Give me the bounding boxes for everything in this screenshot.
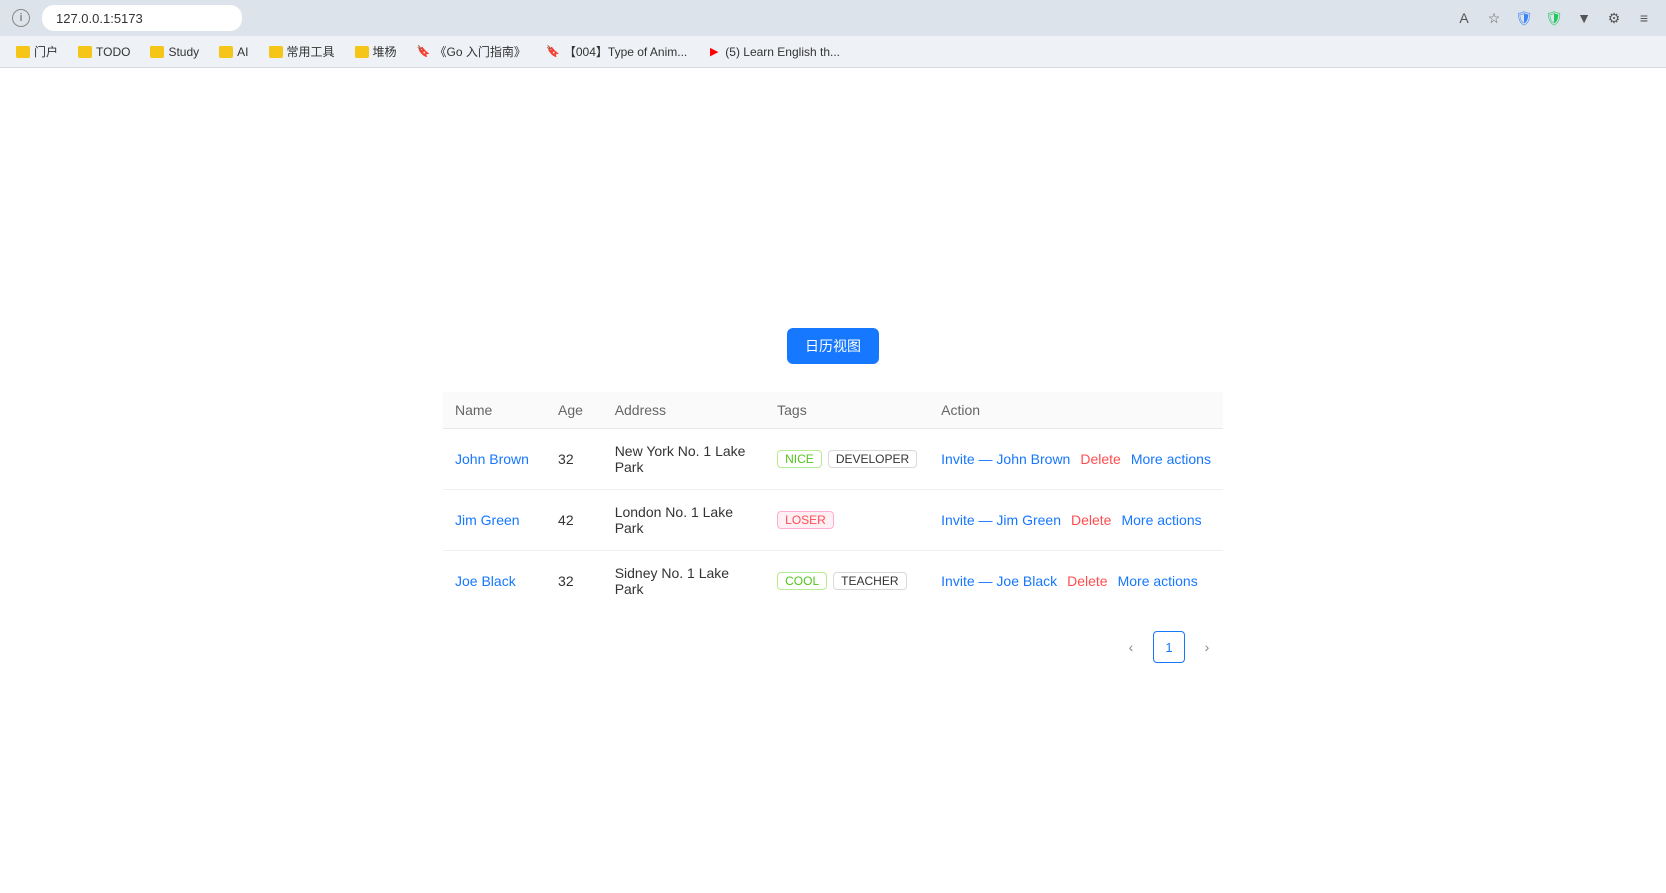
delete-joe-button[interactable]: Delete: [1067, 573, 1107, 589]
shield-green-icon[interactable]: 🛡: [1544, 8, 1564, 28]
delete-john-button[interactable]: Delete: [1080, 451, 1120, 467]
cell-action-joe: Invite — Joe Black Delete More actions: [929, 551, 1223, 612]
cell-name-jim: Jim Green: [443, 490, 546, 551]
folder-icon: [355, 46, 369, 58]
table-row: Joe Black 32 Sidney No. 1 Lake Park COOL…: [443, 551, 1223, 612]
bookmark-english[interactable]: ▶ (5) Learn English th...: [699, 43, 848, 61]
tag-teacher: TEACHER: [833, 572, 906, 590]
link-icon: ▶: [707, 45, 721, 59]
bookmark-ai[interactable]: AI: [211, 43, 256, 61]
tags-container: LOSER: [777, 511, 917, 529]
bookmark-tools[interactable]: 常用工具: [261, 41, 343, 62]
link-john-brown[interactable]: John Brown: [455, 451, 529, 467]
cell-age-joe: 32: [546, 551, 603, 612]
col-header-name: Name: [443, 392, 546, 429]
table-row: John Brown 32 New York No. 1 Lake Park N…: [443, 429, 1223, 490]
cell-tags-joe: COOL TEACHER: [765, 551, 929, 612]
bookmark-go[interactable]: 🔖 《Go 入门指南》: [409, 41, 534, 62]
folder-icon: [16, 46, 30, 58]
bookmark-todo[interactable]: TODO: [70, 43, 138, 61]
folder-icon: [78, 46, 92, 58]
menu-icon[interactable]: ≡: [1634, 8, 1654, 28]
tags-container: COOL TEACHER: [777, 572, 917, 590]
pagination-prev[interactable]: ‹: [1115, 631, 1147, 663]
action-container: Invite — John Brown Delete More actions: [941, 451, 1211, 467]
settings-icon[interactable]: ⚙: [1604, 8, 1624, 28]
bookmark-duiyang[interactable]: 堆杨: [347, 41, 405, 62]
tag-loser: LOSER: [777, 511, 834, 529]
cell-action-john: Invite — John Brown Delete More actions: [929, 429, 1223, 490]
cell-address-john: New York No. 1 Lake Park: [603, 429, 765, 490]
cell-age-john: 32: [546, 429, 603, 490]
table-header-row: Name Age Address Tags Action: [443, 392, 1223, 429]
cell-address-joe: Sidney No. 1 Lake Park: [603, 551, 765, 612]
data-table: Name Age Address Tags Action John Brown …: [443, 392, 1223, 611]
more-actions-joe-button[interactable]: More actions: [1118, 573, 1198, 589]
cell-name-john: John Brown: [443, 429, 546, 490]
cell-tags-jim: LOSER: [765, 490, 929, 551]
invite-john-button[interactable]: Invite — John Brown: [941, 451, 1070, 467]
tag-nice: NICE: [777, 450, 822, 468]
tag-cool: COOL: [777, 572, 827, 590]
table-container: Name Age Address Tags Action John Brown …: [443, 392, 1223, 663]
cell-tags-john: NICE DEVELOPER: [765, 429, 929, 490]
page-content: 日历视图 Name Age Address Tags Action John B…: [0, 68, 1666, 893]
folder-icon: [219, 46, 233, 58]
delete-jim-button[interactable]: Delete: [1071, 512, 1111, 528]
col-header-action: Action: [929, 392, 1223, 429]
col-header-tags: Tags: [765, 392, 929, 429]
tags-container: NICE DEVELOPER: [777, 450, 917, 468]
calendar-button[interactable]: 日历视图: [787, 328, 879, 364]
bookmark-anim[interactable]: 🔖 【004】Type of Anim...: [538, 41, 695, 62]
link-joe-black[interactable]: Joe Black: [455, 573, 516, 589]
url-bar[interactable]: 127.0.0.1:5173: [42, 5, 242, 31]
pagination-next[interactable]: ›: [1191, 631, 1223, 663]
link-icon: 🔖: [417, 45, 431, 59]
cell-age-jim: 42: [546, 490, 603, 551]
folder-icon: [150, 46, 164, 58]
invite-joe-button[interactable]: Invite — Joe Black: [941, 573, 1057, 589]
link-icon: 🔖: [546, 45, 560, 59]
browser-bar: i 127.0.0.1:5173 A ☆ 🛡 🛡 ▼ ⚙ ≡: [0, 0, 1666, 36]
link-jim-green[interactable]: Jim Green: [455, 512, 520, 528]
tag-developer: DEVELOPER: [828, 450, 917, 468]
star-icon[interactable]: ☆: [1484, 8, 1504, 28]
browser-actions: A ☆ 🛡 🛡 ▼ ⚙ ≡: [1454, 8, 1654, 28]
bookmarks-bar: 门户 TODO Study AI 常用工具 堆杨 🔖 《Go 入门指南》 🔖 【…: [0, 36, 1666, 68]
more-actions-jim-button[interactable]: More actions: [1121, 512, 1201, 528]
col-header-address: Address: [603, 392, 765, 429]
invite-jim-button[interactable]: Invite — Jim Green: [941, 512, 1061, 528]
info-icon[interactable]: i: [12, 9, 30, 27]
font-size-icon[interactable]: A: [1454, 8, 1474, 28]
action-container: Invite — Jim Green Delete More actions: [941, 512, 1211, 528]
action-container: Invite — Joe Black Delete More actions: [941, 573, 1211, 589]
cell-action-jim: Invite — Jim Green Delete More actions: [929, 490, 1223, 551]
pagination-page-1[interactable]: 1: [1153, 631, 1185, 663]
folder-icon: [269, 46, 283, 58]
cell-name-joe: Joe Black: [443, 551, 546, 612]
shield-blue-icon[interactable]: 🛡: [1514, 8, 1534, 28]
bookmark-menhuo[interactable]: 门户: [8, 41, 66, 62]
pagination: ‹ 1 ›: [443, 631, 1223, 663]
dropdown-icon[interactable]: ▼: [1574, 8, 1594, 28]
table-row: Jim Green 42 London No. 1 Lake Park LOSE…: [443, 490, 1223, 551]
cell-address-jim: London No. 1 Lake Park: [603, 490, 765, 551]
col-header-age: Age: [546, 392, 603, 429]
bookmark-study[interactable]: Study: [142, 43, 207, 61]
more-actions-john-button[interactable]: More actions: [1131, 451, 1211, 467]
